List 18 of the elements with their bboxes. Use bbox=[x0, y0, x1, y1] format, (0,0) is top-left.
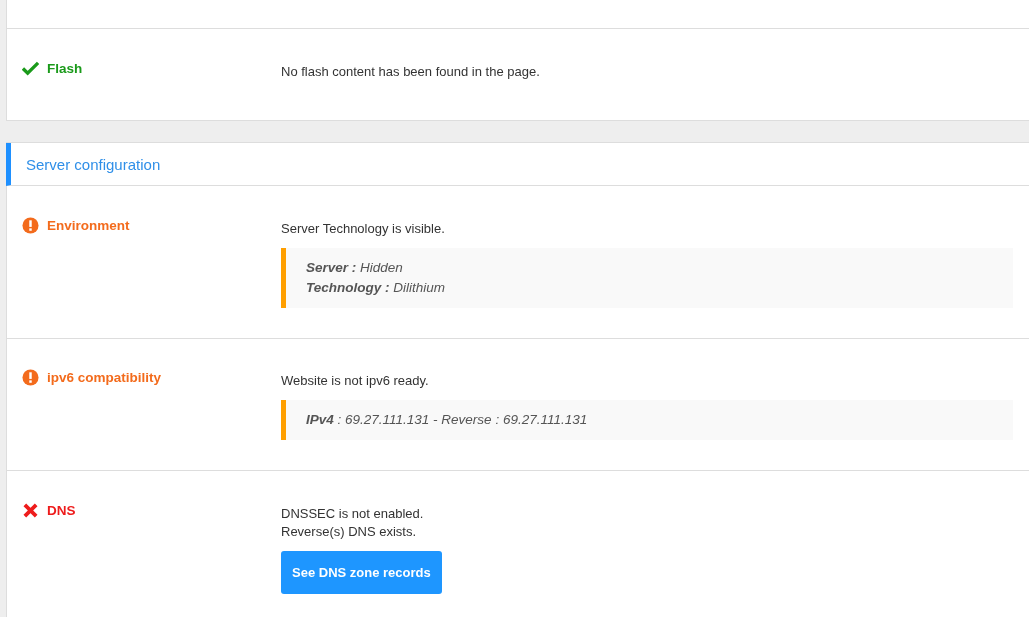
section-title: Server configuration bbox=[26, 155, 161, 173]
detail-line: Technology : Dilithium bbox=[306, 279, 446, 297]
check-message: DNSSEC is not enabled. bbox=[281, 505, 425, 523]
check-name: Environment bbox=[47, 218, 130, 233]
check-message: No flash content has been found in the page. bbox=[281, 63, 541, 81]
detail-line: IPv4 : 69.27.111.131 - Reverse : 69.27.111.131 bbox=[306, 411, 589, 429]
detail-line: Server : Hidden bbox=[306, 259, 404, 277]
check-name: ipv6 compatibility bbox=[47, 370, 162, 385]
check-message: Reverse(s) DNS exists. bbox=[281, 523, 418, 541]
check-name: Flash bbox=[47, 61, 83, 76]
exclamation-icon bbox=[22, 217, 39, 234]
exclamation-icon bbox=[22, 369, 39, 386]
check-message: Website is not ipv6 ready. bbox=[281, 372, 430, 390]
cross-icon bbox=[22, 502, 39, 519]
checkmark-icon bbox=[22, 60, 39, 77]
dns-records-button[interactable]: See DNS zone records bbox=[281, 551, 442, 594]
check-message: Server Technology is visible. bbox=[281, 220, 446, 238]
check-name: DNS bbox=[47, 503, 76, 518]
